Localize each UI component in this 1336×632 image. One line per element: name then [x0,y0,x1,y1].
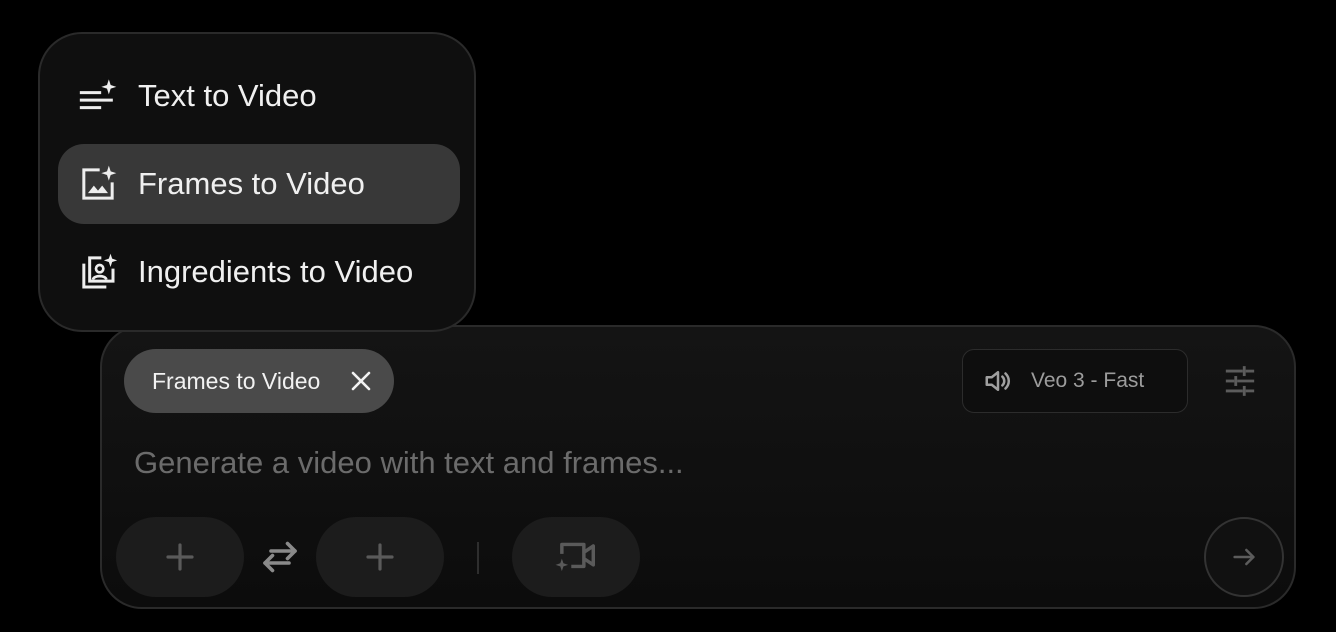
image-sparkle-icon [78,164,118,204]
menu-item-label: Ingredients to Video [138,254,414,289]
mode-chip-label: Frames to Video [152,367,321,394]
prompt-composer: Frames to Video Veo 3 - Fast [100,325,1296,609]
menu-item-label: Frames to Video [138,166,365,201]
portrait-stack-sparkle-icon [78,252,118,292]
menu-item-ingredients-to-video[interactable]: Ingredients to Video [58,232,460,312]
model-selector-button[interactable]: Veo 3 - Fast [962,349,1188,413]
end-frame-button[interactable] [316,517,444,597]
close-icon[interactable] [346,366,376,396]
mode-chip[interactable]: Frames to Video [124,349,394,413]
menu-item-text-to-video[interactable]: Text to Video [58,56,460,136]
camera-control-button[interactable] [512,517,640,597]
plus-icon [164,541,196,573]
menu-item-label: Text to Video [138,78,317,113]
menu-item-frames-to-video[interactable]: Frames to Video [58,144,460,224]
speaker-icon [983,366,1013,396]
swap-frames-button[interactable] [258,537,302,577]
swap-arrows-icon [259,539,301,575]
arrow-right-icon [1230,543,1258,571]
video-sparkle-icon [554,537,598,577]
model-label: Veo 3 - Fast [1031,369,1145,392]
page: Frames to Video Veo 3 - Fast Generate a … [0,0,1336,632]
mode-menu: Text to Video Frames to Video Ingredient… [38,32,476,332]
start-frame-button[interactable] [116,517,244,597]
settings-button[interactable] [1220,361,1260,401]
send-button[interactable] [1204,517,1284,597]
toolbar-divider [477,542,479,574]
text-sparkle-icon [78,76,118,116]
prompt-input[interactable] [132,437,1256,489]
plus-icon [364,541,396,573]
tune-sliders-icon [1223,364,1257,398]
